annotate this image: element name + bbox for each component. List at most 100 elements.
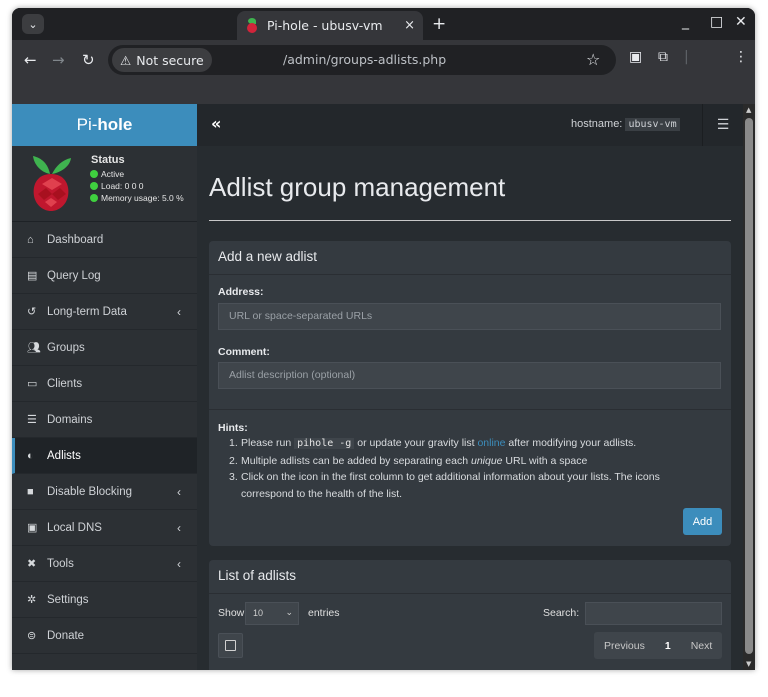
- hint-item: 3. Click on the icon in the first column …: [229, 469, 699, 486]
- comment-input[interactable]: Adlist description (optional): [218, 362, 721, 389]
- status-memory-text: Memory usage: 5.0 %: [101, 193, 184, 203]
- add-button[interactable]: Add: [683, 508, 722, 535]
- next-page-button[interactable]: Next: [681, 640, 723, 652]
- pihole-logo-icon: [33, 156, 71, 211]
- status-dot-icon: [90, 182, 98, 190]
- hint-item: 2. Multiple adlists can be added by separ…: [229, 453, 699, 470]
- sidebar-item-long-term-data[interactable]: ↺ Long-term Data ‹: [12, 294, 197, 330]
- status-active: Active: [90, 169, 184, 179]
- entries-per-page-select[interactable]: 10 ⌄: [245, 602, 299, 625]
- warning-icon: ⚠: [120, 52, 132, 68]
- sidebar-item-label: Disable Blocking: [47, 485, 133, 498]
- sidebar-item-donate[interactable]: ⊜ Donate: [12, 618, 197, 654]
- hint-number: 3.: [229, 471, 238, 483]
- settings-menu-button[interactable]: ☰: [702, 104, 743, 146]
- sidebar-item-adlists[interactable]: ◐ Adlists: [12, 438, 197, 474]
- status-dot-icon: [90, 194, 98, 202]
- scroll-down-icon[interactable]: ▼: [746, 660, 751, 668]
- bookmark-star-icon[interactable]: ☆: [586, 50, 600, 69]
- tab-strip: ⌄ Pi-hole - ubusv-vm × + _ □ ✕: [12, 8, 755, 40]
- comment-label: Comment:: [218, 346, 270, 358]
- table-search-input[interactable]: [585, 602, 722, 625]
- sidebar-item-dashboard[interactable]: ⌂ Dashboard: [12, 222, 197, 258]
- bookmarks-bar: [12, 80, 755, 104]
- users-icon: 👥︎: [27, 342, 41, 354]
- sidebar-item-label: Local DNS: [47, 521, 102, 534]
- brand-prefix: Pi-: [76, 115, 98, 134]
- sidebar-item-settings[interactable]: ✲ Settings: [12, 582, 197, 618]
- page-header: « hostname: ubusv-vm ☰: [197, 104, 743, 146]
- sidebar-item-local-dns[interactable]: ▣ Local DNS ‹: [12, 510, 197, 546]
- file-icon: ▤: [27, 270, 38, 282]
- close-window-icon[interactable]: ✕: [735, 14, 747, 30]
- hint-number: 2.: [229, 454, 238, 467]
- sidebar-item-disable-blocking[interactable]: ■ Disable Blocking ‹: [12, 474, 197, 510]
- sidebar-item-domains[interactable]: ☰ Domains: [12, 402, 197, 438]
- sidebar: Pi-hole Status Active Load: 0 0 0 Memory…: [12, 104, 197, 670]
- sidebar-item-groups[interactable]: 👥︎ Groups: [12, 330, 197, 366]
- brand-logo[interactable]: Pi-hole: [12, 104, 197, 146]
- gravity-online-link[interactable]: online: [477, 437, 505, 449]
- sidebar-item-label: Settings: [47, 593, 89, 606]
- sidebar-item-clients[interactable]: ▭ Clients: [12, 366, 197, 402]
- status-panel: Status Active Load: 0 0 0 Memory usage: …: [12, 146, 197, 222]
- entries-label: entries: [308, 607, 340, 619]
- gear-icon: ✲: [27, 594, 37, 606]
- hint-text: Please run: [241, 437, 295, 449]
- pagination: Previous 1 Next: [594, 632, 722, 659]
- donate-icon: ⊜: [27, 630, 37, 642]
- chevron-down-icon: ⌄: [285, 607, 293, 617]
- toolbar-divider: |: [684, 49, 689, 65]
- maximize-icon[interactable]: □: [710, 14, 723, 30]
- scroll-up-icon[interactable]: ▲: [746, 106, 751, 114]
- laptop-icon: ▭: [27, 378, 38, 390]
- security-chip[interactable]: ⚠ Not secure: [112, 48, 212, 72]
- back-icon[interactable]: ←: [24, 51, 37, 69]
- sidebar-toggle-button[interactable]: «: [211, 114, 221, 133]
- sidebar-item-query-log[interactable]: ▤ Query Log: [12, 258, 197, 294]
- address-bar[interactable]: ⚠ Not secure /admin/groups-adlists.php ☆: [108, 45, 616, 75]
- address-book-icon: ▣: [27, 522, 38, 534]
- sidebar-item-label: Dashboard: [47, 233, 104, 246]
- extensions-icon[interactable]: ⧉: [658, 49, 668, 65]
- browser-toolbar: ← → ↻ ⚠ Not secure /admin/groups-adlists…: [12, 40, 755, 80]
- shield-icon: ◐: [27, 449, 34, 462]
- previous-page-button[interactable]: Previous: [594, 640, 655, 652]
- page-number-button[interactable]: 1: [655, 640, 681, 652]
- security-label: Not secure: [136, 52, 204, 68]
- url-text[interactable]: /admin/groups-adlists.php: [283, 52, 446, 67]
- hint-text: Click on the icon in the first column to…: [241, 471, 660, 483]
- new-tab-button[interactable]: +: [432, 14, 446, 34]
- hostname-value: ubusv-vm: [625, 118, 680, 131]
- minimize-icon[interactable]: _: [682, 14, 689, 30]
- browser-menu-icon[interactable]: ⋮: [734, 49, 748, 65]
- page-title: Adlist group management: [209, 172, 506, 202]
- status-block: Status Active Load: 0 0 0 Memory usage: …: [90, 154, 184, 205]
- page-scrollbar[interactable]: ▲ ▼: [743, 104, 755, 670]
- hints-title: Hints:: [218, 422, 248, 434]
- tab-close-button[interactable]: ×: [404, 18, 415, 33]
- browser-window: ⌄ Pi-hole - ubusv-vm × + _ □ ✕ ← → ↻ ⚠ N…: [12, 8, 755, 670]
- status-load: Load: 0 0 0: [90, 181, 184, 191]
- chevron-down-icon: ⌄: [28, 17, 38, 31]
- card-header: Add a new adlist: [209, 241, 731, 275]
- checkbox-icon: [225, 640, 236, 651]
- scroll-thumb[interactable]: [745, 118, 753, 654]
- adlists-table-card: List of adlists Show 10 ⌄ entries Search…: [209, 560, 731, 670]
- sidebar-item-label: Donate: [47, 629, 85, 642]
- entries-value: 10: [253, 608, 264, 618]
- browser-tab[interactable]: Pi-hole - ubusv-vm ×: [237, 11, 423, 40]
- tab-title: Pi-hole - ubusv-vm: [267, 18, 383, 33]
- sidebar-item-label: Adlists: [47, 449, 81, 462]
- hints-list: 1. Please run pihole -g or update your gr…: [229, 435, 699, 502]
- sidebar-item-tools[interactable]: ✖ Tools ‹: [12, 546, 197, 582]
- history-icon: ↺: [27, 306, 37, 318]
- search-label: Search:: [543, 607, 580, 619]
- hostname-display: hostname: ubusv-vm: [571, 118, 680, 131]
- forward-icon[interactable]: →: [52, 51, 65, 69]
- picture-in-picture-icon[interactable]: ▣: [629, 49, 642, 65]
- reload-icon[interactable]: ↻: [82, 51, 95, 69]
- select-all-button[interactable]: [218, 633, 243, 658]
- address-input[interactable]: URL or space-separated URLs: [218, 303, 721, 330]
- tab-search-button[interactable]: ⌄: [22, 14, 44, 34]
